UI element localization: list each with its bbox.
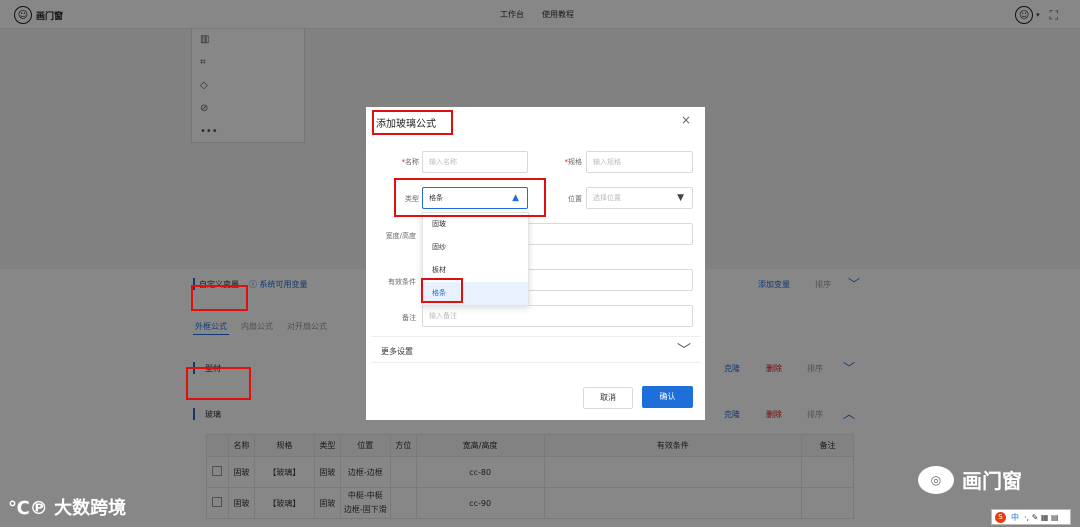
cancel-button[interactable]: 取消 [583, 387, 633, 409]
size-label: 宽度/高度 [385, 232, 416, 240]
position-select[interactable]: 选择位置 ▼ [586, 187, 693, 209]
highlight-box-tab [191, 285, 248, 311]
spec-input[interactable]: 输入规格 [586, 151, 693, 173]
more-settings-label: 更多设置 [381, 347, 413, 356]
position-label: 位置 [568, 195, 582, 203]
condition-label: 有效条件 [388, 278, 416, 286]
name-input[interactable]: 输入名称 [422, 151, 528, 173]
highlight-box-glass [186, 367, 251, 400]
name-label: *名称 [401, 158, 420, 166]
chevron-down-icon[interactable]: ﹀ [677, 340, 691, 360]
highlight-box-type [394, 178, 546, 217]
remark-label: 备注 [402, 314, 416, 322]
option-fixed-screen[interactable]: 固纱 [423, 236, 528, 259]
watermark-left: ℃℗ 大数跨境 [8, 498, 127, 519]
ime-tools-icon[interactable]: ·, ✎ ▦ ▤ [1024, 513, 1059, 522]
highlight-box-option [421, 278, 463, 303]
add-glass-formula-dialog: 添加玻璃公式 × *名称 输入名称 *规格 输入规格 类型 格条 ▲ 位置 选择… [366, 107, 705, 420]
spec-label: *规格 [564, 158, 583, 166]
watermark-right: ◎ 画门窗 [918, 465, 1022, 494]
chevron-down-icon: ▼ [677, 193, 684, 203]
highlight-box-title [372, 110, 453, 135]
wechat-icon: ◎ [918, 465, 954, 494]
remark-input[interactable]: 输入备注 [422, 305, 693, 327]
position-placeholder: 选择位置 [593, 194, 621, 202]
watermark-text: 画门窗 [962, 469, 1022, 493]
ime-lang[interactable]: 中 [1011, 512, 1019, 523]
ime-toolbar: S 中 ·, ✎ ▦ ▤ [991, 509, 1071, 525]
confirm-button[interactable]: 确认 [642, 386, 693, 408]
close-icon[interactable]: × [681, 113, 691, 127]
ime-logo-icon[interactable]: S [995, 511, 1006, 523]
more-settings-panel[interactable]: 更多设置 ﹀ [371, 336, 701, 363]
